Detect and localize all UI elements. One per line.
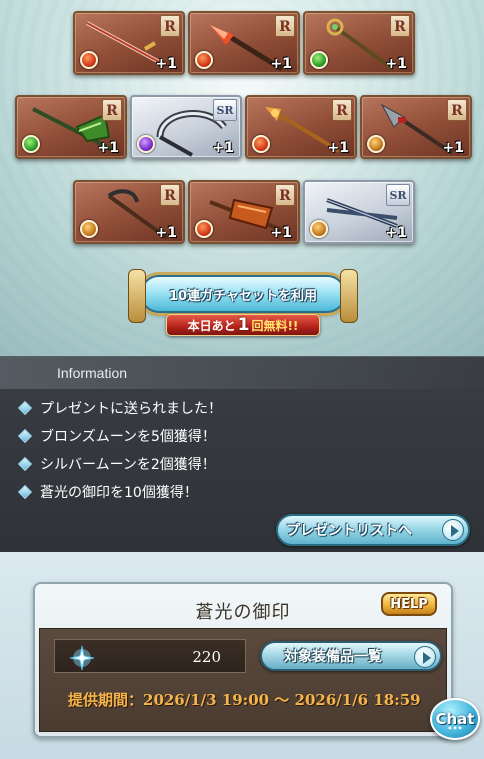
weapon-card[interactable]: R +1	[73, 11, 185, 75]
info-message: ブロンズムーンを5個獲得！	[17, 426, 216, 446]
diamond-bullet-icon	[17, 456, 33, 472]
present-list-button[interactable]: プレゼントリストへ	[276, 514, 470, 546]
information-header: Information	[0, 357, 484, 389]
rarity-badge: R	[447, 99, 467, 121]
info-message: シルバームーンを2個獲得！	[17, 454, 216, 474]
weapon-card[interactable]: SR +1	[130, 95, 242, 159]
info-message-text: プレゼントに送られました！	[40, 401, 222, 417]
plus-level: +1	[97, 140, 119, 156]
gacha-result-area: R +1 R +1 R +1 R +1 SR +1 R +1 R +1 R +1…	[0, 0, 484, 356]
rarity-badge: R	[160, 15, 180, 37]
weapon-card[interactable]: R +1	[188, 11, 300, 75]
earth-element-icon	[80, 220, 98, 238]
fire-element-icon	[80, 51, 98, 69]
diamond-bullet-icon	[17, 428, 33, 444]
offer-period-text: 提供期間：2026/1/3 19:00 〜 2026/1/6 18:59	[68, 691, 421, 709]
chat-button[interactable]: Chat	[430, 698, 480, 740]
free-badge-suffix: 回無料!!	[251, 318, 299, 333]
weapon-card[interactable]: R +1	[73, 180, 185, 244]
free-draw-badge: 本日あと 1 回無料!!	[166, 314, 320, 336]
plus-level: +1	[442, 140, 464, 156]
rarity-badge: R	[160, 184, 180, 206]
arrow-right-icon	[414, 646, 436, 668]
weapon-card[interactable]: R +1	[360, 95, 472, 159]
rarity-badge: SR	[386, 184, 410, 206]
fire-element-icon	[195, 220, 213, 238]
free-badge-count: 1	[237, 315, 250, 335]
info-message: 蒼光の御印を10個獲得！	[17, 482, 198, 502]
plus-level: +1	[270, 56, 292, 72]
ten-draw-gacha-button[interactable]: 10連ガチャセットを利用	[128, 269, 358, 323]
seal-count-box: 220	[54, 639, 246, 673]
plus-level: +1	[385, 225, 407, 241]
wind-element-icon	[22, 135, 40, 153]
diamond-bullet-icon	[17, 400, 33, 416]
plus-level: +1	[327, 140, 349, 156]
plus-level: +1	[155, 56, 177, 72]
rarity-badge: SR	[213, 99, 237, 121]
rarity-badge: R	[102, 99, 122, 121]
information-panel: Information プレゼントに送られました！ ブロンズムーンを5個獲得！ …	[0, 356, 484, 552]
help-button[interactable]: HELP	[381, 592, 437, 616]
weapon-card[interactable]: R +1	[188, 180, 300, 244]
information-title: Information	[57, 365, 128, 381]
present-list-label: プレゼントリストへ	[286, 523, 412, 539]
wind-element-icon	[310, 51, 328, 69]
seal-panel: 蒼光の御印 HELP 220 対象装備品一覧 提供期間：2026/1/3 19:…	[33, 582, 453, 738]
rarity-badge: R	[390, 15, 410, 37]
target-equipment-list-button[interactable]: 対象装備品一覧	[260, 641, 442, 671]
arrow-right-icon	[442, 519, 464, 541]
diamond-bullet-icon	[17, 484, 33, 500]
info-message-text: 蒼光の御印を10個獲得！	[40, 485, 198, 501]
fire-element-icon	[195, 51, 213, 69]
weapon-card[interactable]: R +1	[245, 95, 357, 159]
seal-star-icon	[69, 645, 95, 671]
weapon-card[interactable]: R +1	[15, 95, 127, 159]
earth-element-icon	[310, 220, 328, 238]
info-message: プレゼントに送られました！	[17, 398, 222, 418]
seal-section: 蒼光の御印 HELP 220 対象装備品一覧 提供期間：2026/1/3 19:…	[0, 552, 484, 759]
rarity-badge: R	[332, 99, 352, 121]
target-equipment-list-label: 対象装備品一覧	[284, 649, 382, 665]
seal-inner-panel: 220 対象装備品一覧 提供期間：2026/1/3 19:00 〜 2026/1…	[39, 628, 447, 732]
plus-level: +1	[212, 140, 234, 156]
info-message-text: ブロンズムーンを5個獲得！	[40, 429, 216, 445]
rarity-badge: R	[275, 15, 295, 37]
free-badge-prefix: 本日あと	[187, 318, 236, 333]
dark-element-icon	[137, 135, 155, 153]
seal-count-value: 220	[192, 648, 221, 666]
plus-level: +1	[270, 225, 292, 241]
fire-element-icon	[252, 135, 270, 153]
info-message-text: シルバームーンを2個獲得！	[40, 457, 216, 473]
plus-level: +1	[155, 225, 177, 241]
rarity-badge: R	[275, 184, 295, 206]
weapon-card[interactable]: SR +1	[303, 180, 415, 244]
earth-element-icon	[367, 135, 385, 153]
weapon-card[interactable]: R +1	[303, 11, 415, 75]
plus-level: +1	[385, 56, 407, 72]
